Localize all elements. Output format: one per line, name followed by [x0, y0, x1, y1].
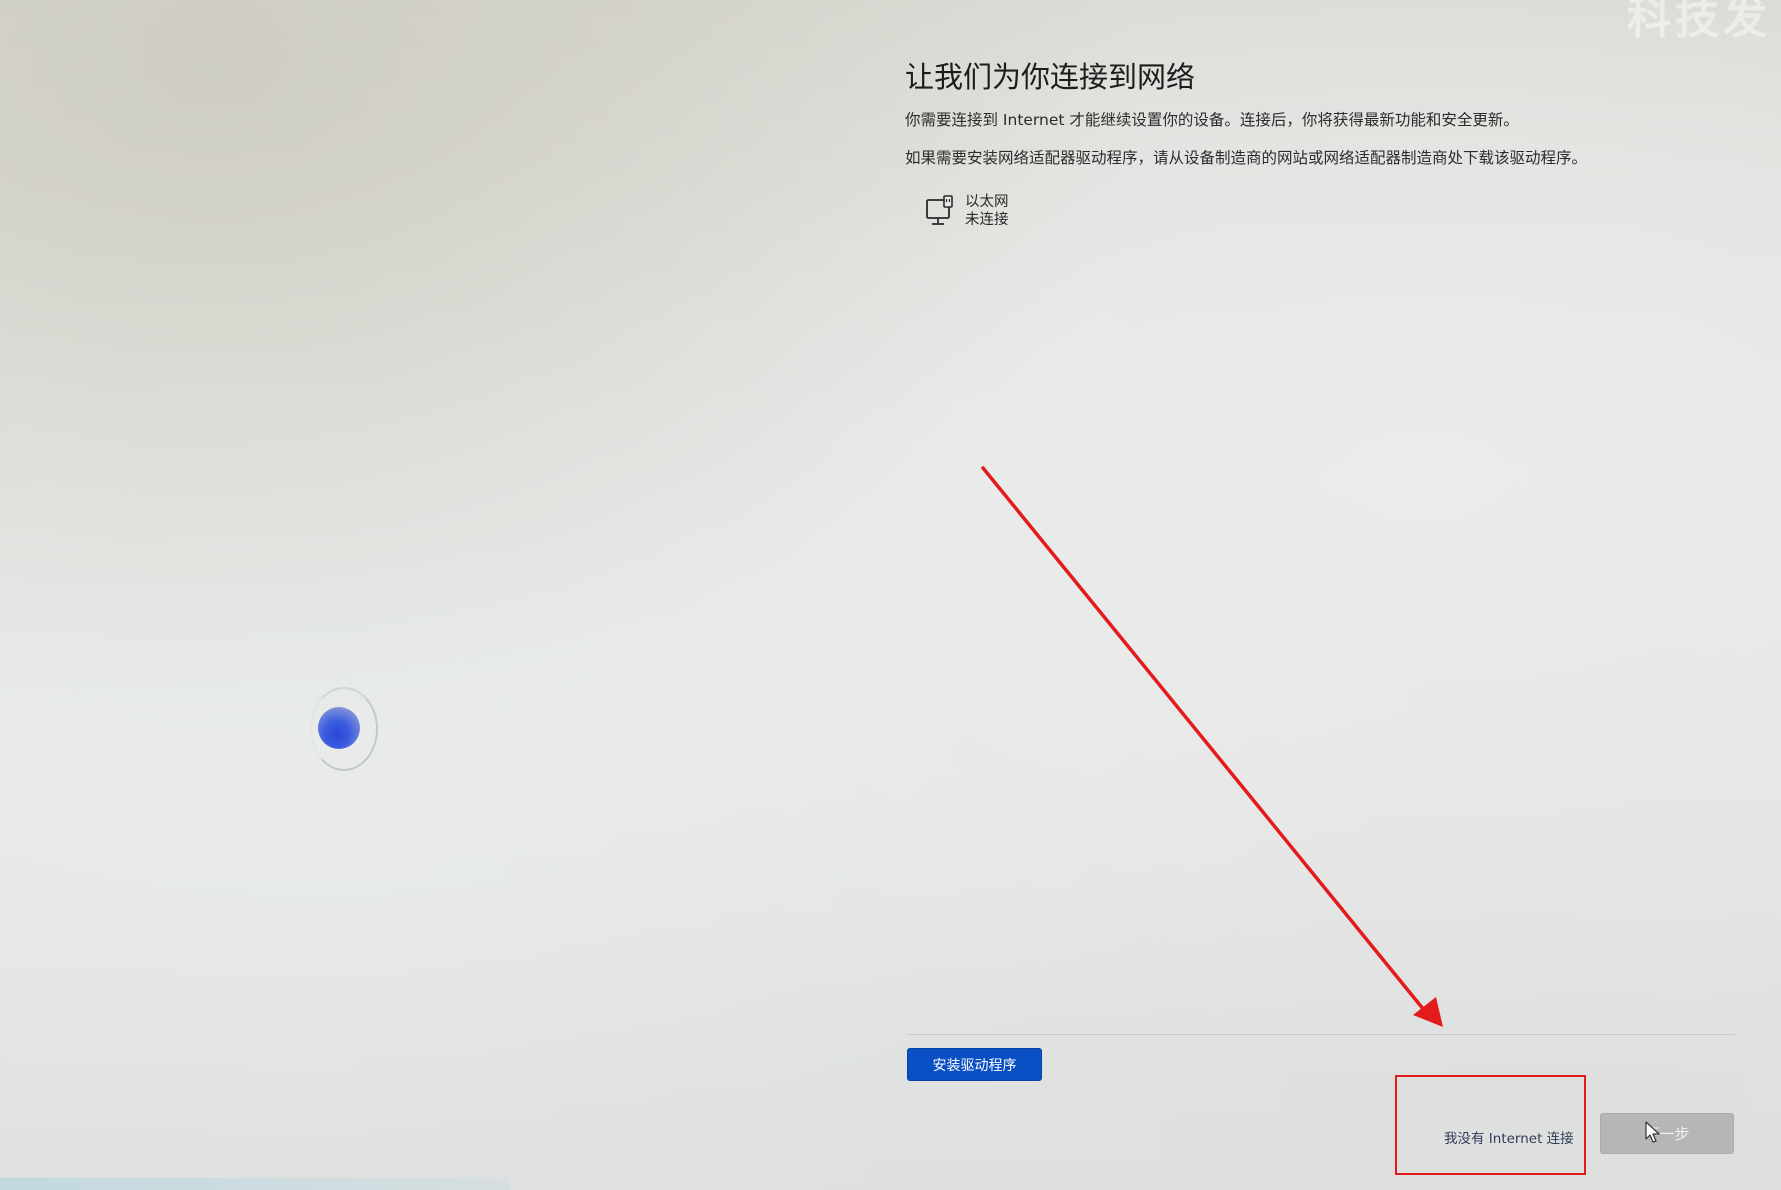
- network-name: 以太网: [965, 194, 1009, 210]
- bottom-strip: [0, 1178, 510, 1190]
- page-title: 让我们为你连接到网络: [905, 60, 1196, 94]
- mouse-cursor-icon: [1645, 1121, 1660, 1143]
- annotation-arrow-head: [1413, 997, 1443, 1027]
- driver-hint-paragraph: 如果需要安装网络适配器驱动程序，请从设备制造商的网站或网络适配器制造商处下载该驱…: [905, 149, 1588, 167]
- network-item-text: 以太网 未连接: [965, 193, 1009, 229]
- install-driver-button[interactable]: 安装驱动程序: [907, 1048, 1042, 1081]
- annotation-arrow: [981, 466, 1443, 1027]
- network-item-ethernet[interactable]: 以太网 未连接: [925, 193, 1009, 229]
- annotation-arrow-shaft: [981, 466, 1426, 1012]
- spinner-dot: [318, 707, 360, 749]
- description-paragraph: 你需要连接到 Internet 才能继续设置你的设备。连接后，你将获得最新功能和…: [905, 111, 1519, 129]
- network-status: 未连接: [965, 212, 1009, 228]
- watermark: 科技发: [1627, 0, 1771, 44]
- footer-divider: [906, 1034, 1735, 1035]
- ethernet-monitor-icon: [926, 195, 953, 225]
- next-button[interactable]: 下一步: [1600, 1113, 1734, 1154]
- loading-spinner: [302, 683, 382, 777]
- annotation-highlight-box: [1395, 1075, 1586, 1175]
